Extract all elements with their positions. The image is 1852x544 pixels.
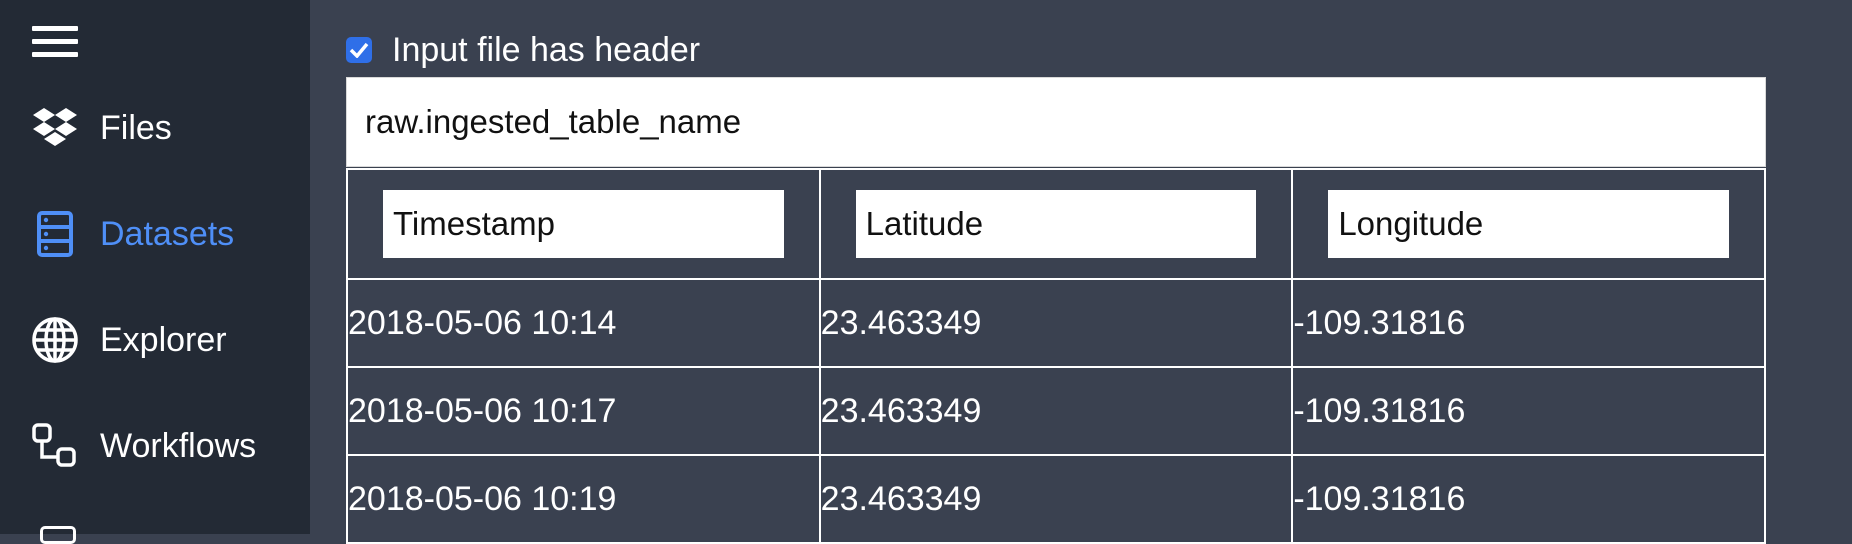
sidebar: Files Datasets Explorer Workflows <box>0 0 310 544</box>
sidebar-item-datasets[interactable]: Datasets <box>0 198 310 270</box>
table-cell: 23.463349 <box>818 454 1294 544</box>
table-cell: 2018-05-06 10:17 <box>346 366 821 456</box>
sidebar-next-item-icon[interactable] <box>40 526 76 544</box>
table-cell: 23.463349 <box>818 278 1294 368</box>
table-name-input[interactable]: raw.ingested_table_name <box>346 77 1766 167</box>
sidebar-item-explorer[interactable]: Explorer <box>0 304 310 376</box>
table-row: 2018-05-06 10:19 23.463349 -109.31816 <box>346 454 1766 544</box>
sidebar-item-label: Datasets <box>100 214 235 253</box>
main-panel: Input file has header raw.ingested_table… <box>310 0 1852 544</box>
table-cell: -109.31816 <box>1291 278 1766 368</box>
column-header-row: Timestamp Latitude Longitude <box>346 168 1766 280</box>
table-row: 2018-05-06 10:14 23.463349 -109.31816 <box>346 278 1766 368</box>
column-header-cell: Latitude <box>818 168 1294 280</box>
checkmark-icon <box>349 42 369 58</box>
table-cell: -109.31816 <box>1291 366 1766 456</box>
has-header-checkbox[interactable] <box>346 37 372 63</box>
sidebar-item-workflows[interactable]: Workflows <box>0 410 310 482</box>
table-cell: 2018-05-06 10:14 <box>346 278 821 368</box>
column-name-input[interactable]: Latitude <box>855 190 1257 258</box>
column-name-input[interactable]: Longitude <box>1328 190 1729 258</box>
globe-icon <box>30 315 80 365</box>
table-cell: 2018-05-06 10:19 <box>346 454 821 544</box>
preview-table: Timestamp Latitude Longitude 2018-05-06 … <box>346 168 1766 544</box>
sidebar-item-label: Explorer <box>100 320 227 359</box>
column-header-cell: Longitude <box>1291 168 1766 280</box>
table-cell: -109.31816 <box>1291 454 1766 544</box>
workflow-icon <box>30 421 80 471</box>
dropbox-icon <box>30 103 80 153</box>
sidebar-item-label: Files <box>100 108 172 147</box>
sidebar-item-label: Workflows <box>100 426 257 465</box>
has-header-option: Input file has header <box>346 28 700 72</box>
column-name-input[interactable]: Timestamp <box>383 190 784 258</box>
sidebar-item-files[interactable]: Files <box>0 92 310 164</box>
has-header-label: Input file has header <box>392 30 701 69</box>
hamburger-menu-icon[interactable] <box>32 26 78 58</box>
table-row: 2018-05-06 10:17 23.463349 -109.31816 <box>346 366 1766 456</box>
column-header-cell: Timestamp <box>346 168 821 280</box>
table-cell: 23.463349 <box>818 366 1294 456</box>
database-icon <box>30 209 80 259</box>
